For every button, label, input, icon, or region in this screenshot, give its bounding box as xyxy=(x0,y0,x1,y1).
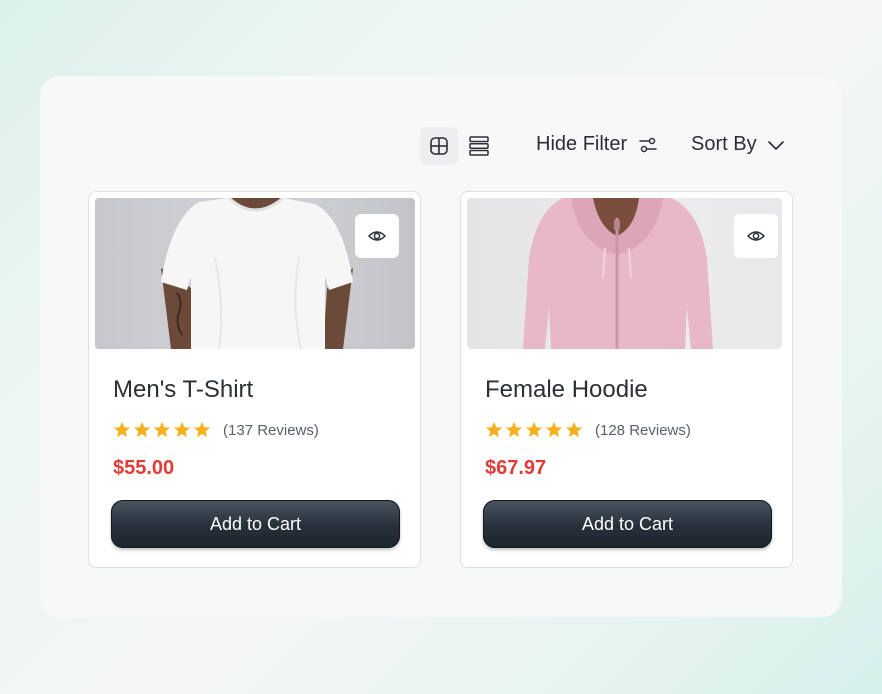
review-count[interactable]: (137 Reviews) xyxy=(223,422,319,439)
star-icon xyxy=(565,421,583,438)
sort-by-label: Sort By xyxy=(691,133,757,155)
sort-by-dropdown[interactable]: Sort By xyxy=(691,133,785,156)
product-rating: (128 Reviews) xyxy=(485,421,691,439)
chevron-down-icon xyxy=(767,140,784,150)
star-icon xyxy=(153,421,171,438)
star-icon xyxy=(133,421,151,438)
product-card: Female Hoodie (128 Reviews) $67.97 Add t… xyxy=(460,191,793,568)
quick-view-button[interactable] xyxy=(355,214,399,258)
eye-icon xyxy=(368,231,386,241)
product-image[interactable] xyxy=(467,198,782,349)
star-icon xyxy=(505,421,523,438)
product-card: Men's T-Shirt (137 Reviews) $55.00 Add t… xyxy=(88,191,421,568)
star-icon xyxy=(525,421,543,438)
list-view-button[interactable] xyxy=(460,127,498,165)
star-rating xyxy=(485,421,585,439)
add-to-cart-button[interactable]: Add to Cart xyxy=(111,500,400,548)
product-title[interactable]: Female Hoodie xyxy=(485,376,648,404)
star-icon xyxy=(173,421,191,438)
hide-filter-label: Hide Filter xyxy=(536,133,628,155)
star-icon xyxy=(193,421,211,438)
view-toggle xyxy=(420,126,498,166)
product-price: $55.00 xyxy=(113,457,175,479)
filter-sliders-icon xyxy=(639,137,657,152)
hide-filter-button[interactable]: Hide Filter xyxy=(536,133,657,156)
product-price: $67.97 xyxy=(485,457,547,479)
star-icon xyxy=(113,421,131,438)
star-icon xyxy=(485,421,503,438)
review-count[interactable]: (128 Reviews) xyxy=(595,422,691,439)
star-rating xyxy=(113,421,213,439)
add-to-cart-button[interactable]: Add to Cart xyxy=(483,500,772,548)
list-icon xyxy=(469,136,489,156)
product-rating: (137 Reviews) xyxy=(113,421,319,439)
product-title[interactable]: Men's T-Shirt xyxy=(113,376,253,404)
star-icon xyxy=(545,421,563,438)
eye-icon xyxy=(747,231,765,241)
grid-view-button[interactable] xyxy=(420,127,458,165)
product-image[interactable] xyxy=(95,198,415,349)
quick-view-button[interactable] xyxy=(734,214,778,258)
grid-icon xyxy=(430,137,448,155)
